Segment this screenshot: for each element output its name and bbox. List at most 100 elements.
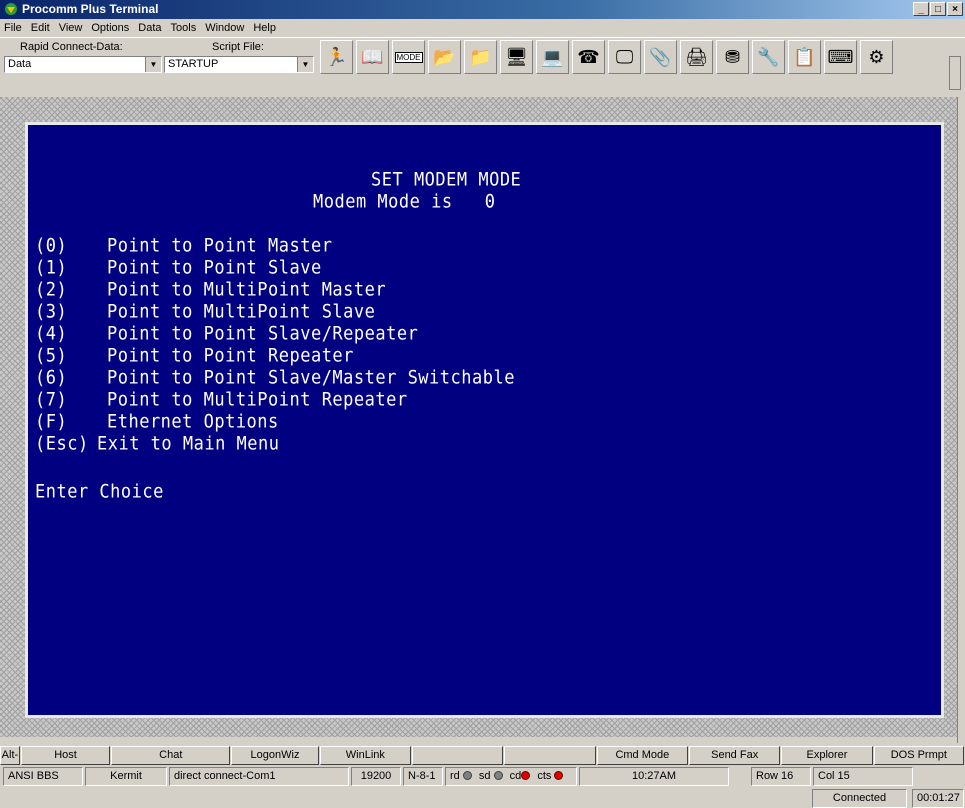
minimize-button[interactable]: _ <box>913 2 929 16</box>
blank-button-1[interactable] <box>412 746 504 765</box>
winlink-button[interactable]: WinLink <box>319 746 412 765</box>
window-title: Procomm Plus Terminal <box>22 2 159 16</box>
signal-leds: rd sd cd cts <box>445 767 577 786</box>
option-label: Ethernet Options <box>107 411 279 433</box>
option-label: Point to Point Master <box>107 235 333 257</box>
host-button[interactable]: Host <box>20 746 111 765</box>
option-label: Point to Point Slave/Repeater <box>107 323 419 345</box>
rd-led-icon <box>462 771 472 780</box>
option-key: (3) <box>35 301 68 323</box>
connected-status: Connected <box>812 789 907 808</box>
option-key: (6) <box>35 367 68 389</box>
menu-view[interactable]: View <box>59 22 83 34</box>
chevron-down-icon[interactable]: ▼ <box>297 57 313 72</box>
title-bar[interactable]: Procomm Plus Terminal _ □ × <box>0 0 965 19</box>
protocol-status[interactable]: Kermit <box>85 767 167 786</box>
script-file-label: Script File: <box>212 41 264 53</box>
blank-button-2[interactable] <box>504 746 596 765</box>
connection-status[interactable]: direct connect-Com1 <box>169 767 349 786</box>
option-key: (1) <box>35 257 68 279</box>
toolbar: Rapid Connect-Data: Data ▼ Script File: … <box>0 37 965 97</box>
connection-bar: Connected 00:01:27 <box>0 789 965 808</box>
upload-folder-icon[interactable]: 📂 <box>428 40 461 74</box>
cd-led-icon <box>521 771 531 780</box>
col-status: Col 15 <box>813 767 913 786</box>
elapsed-time: 00:01:27 <box>912 789 964 808</box>
enter-choice-prompt: Enter Choice <box>35 481 164 503</box>
sd-label: sd <box>478 770 491 782</box>
maximize-button[interactable]: □ <box>930 2 946 16</box>
settings-icon[interactable]: ⚙ <box>860 40 893 74</box>
host-computer-icon[interactable]: 🖥 <box>500 40 533 74</box>
menu-window[interactable]: Window <box>205 22 244 34</box>
keyboard-icon[interactable]: ⌨ <box>824 40 857 74</box>
option-key: (F) <box>35 411 68 433</box>
menu-tools[interactable]: Tools <box>171 22 197 34</box>
send-fax-button[interactable]: Send Fax <box>689 746 781 765</box>
download-folder-icon[interactable]: 📁 <box>464 40 497 74</box>
vertical-scrollbar[interactable] <box>957 97 965 743</box>
option-key: (Esc) <box>35 433 89 455</box>
cts-label: cts <box>537 770 552 782</box>
option-key: (0) <box>35 235 68 257</box>
rapid-connect-combo[interactable]: Data ▼ <box>4 56 162 73</box>
menu-bar: File Edit View Options Data Tools Window… <box>0 19 965 37</box>
explorer-button[interactable]: Explorer <box>781 746 873 765</box>
option-key: (7) <box>35 389 68 411</box>
cts-led-icon <box>554 771 564 780</box>
menu-data[interactable]: Data <box>138 22 161 34</box>
printer-icon[interactable]: 🖨 <box>680 40 713 74</box>
script-file-combo[interactable]: STARTUP ▼ <box>164 56 314 73</box>
status-bar: ANSI BBS Kermit direct connect-Com1 1920… <box>0 767 965 788</box>
option-label: Point to Point Slave/Master Switchable <box>107 367 515 389</box>
action-button-bar: Alt- Host Chat LogonWiz WinLink Cmd Mode… <box>0 746 965 767</box>
option-label: Point to MultiPoint Slave <box>107 301 376 323</box>
chat-button[interactable]: Chat <box>111 746 231 765</box>
phone-icon[interactable]: ☎ <box>572 40 605 74</box>
alt-button[interactable]: Alt- <box>0 746 20 765</box>
dos-prompt-button[interactable]: DOS Prmpt <box>873 746 964 765</box>
tools-icon[interactable]: 🔧 <box>752 40 785 74</box>
params-status[interactable]: N-8-1 <box>403 767 443 786</box>
option-label: Point to MultiPoint Master <box>107 279 387 301</box>
terminal-screen[interactable]: SET MODEM MODE Modem Mode is 0 (0) Point… <box>25 122 944 718</box>
option-key: (2) <box>35 279 68 301</box>
modem-mode-line: Modem Mode is 0 <box>313 191 496 213</box>
emulation-status[interactable]: ANSI BBS <box>3 767 83 786</box>
option-label: Exit to Main Menu <box>97 433 280 455</box>
cmd-mode-button[interactable]: Cmd Mode <box>596 746 688 765</box>
option-label: Point to Point Slave <box>107 257 322 279</box>
baud-status[interactable]: 19200 <box>351 767 401 786</box>
menu-edit[interactable]: Edit <box>31 22 50 34</box>
rd-label: rd <box>450 770 460 782</box>
procomm-app-icon <box>5 3 17 15</box>
close-button[interactable]: × <box>947 2 963 16</box>
option-label: Point to MultiPoint Repeater <box>107 389 408 411</box>
sd-led-icon <box>493 771 503 780</box>
paperclip-icon[interactable]: 📎 <box>644 40 677 74</box>
row-status: Row 16 <box>751 767 811 786</box>
rapid-connect-label: Rapid Connect-Data: <box>20 41 123 53</box>
chevron-down-icon[interactable]: ▼ <box>145 57 161 72</box>
logonwiz-button[interactable]: LogonWiz <box>231 746 319 765</box>
clipboard-icon[interactable]: 📋 <box>788 40 821 74</box>
app-window: Procomm Plus Terminal _ □ × File Edit Vi… <box>0 0 965 808</box>
monitor-icon[interactable]: 💻 <box>536 40 569 74</box>
menu-file[interactable]: File <box>4 22 22 34</box>
menu-options[interactable]: Options <box>91 22 129 34</box>
mode-icon[interactable]: MODE <box>392 40 425 74</box>
toolbar-scroll[interactable] <box>949 56 961 90</box>
menu-title: SET MODEM MODE <box>371 169 522 191</box>
rapid-connect-value: Data <box>8 58 32 70</box>
phonebook-icon[interactable]: 📖 <box>356 40 389 74</box>
option-label: Point to Point Repeater <box>107 345 354 367</box>
menu-help[interactable]: Help <box>253 22 276 34</box>
clock-status: 10:27AM <box>579 767 729 786</box>
cd-label: cd <box>509 770 522 782</box>
runner-icon[interactable]: 🏃 <box>320 40 353 74</box>
option-key: (5) <box>35 345 68 367</box>
screen-icon[interactable]: 🖵 <box>608 40 641 74</box>
capture-icon[interactable]: ⛃ <box>716 40 749 74</box>
option-key: (4) <box>35 323 68 345</box>
script-file-value: STARTUP <box>168 58 219 70</box>
